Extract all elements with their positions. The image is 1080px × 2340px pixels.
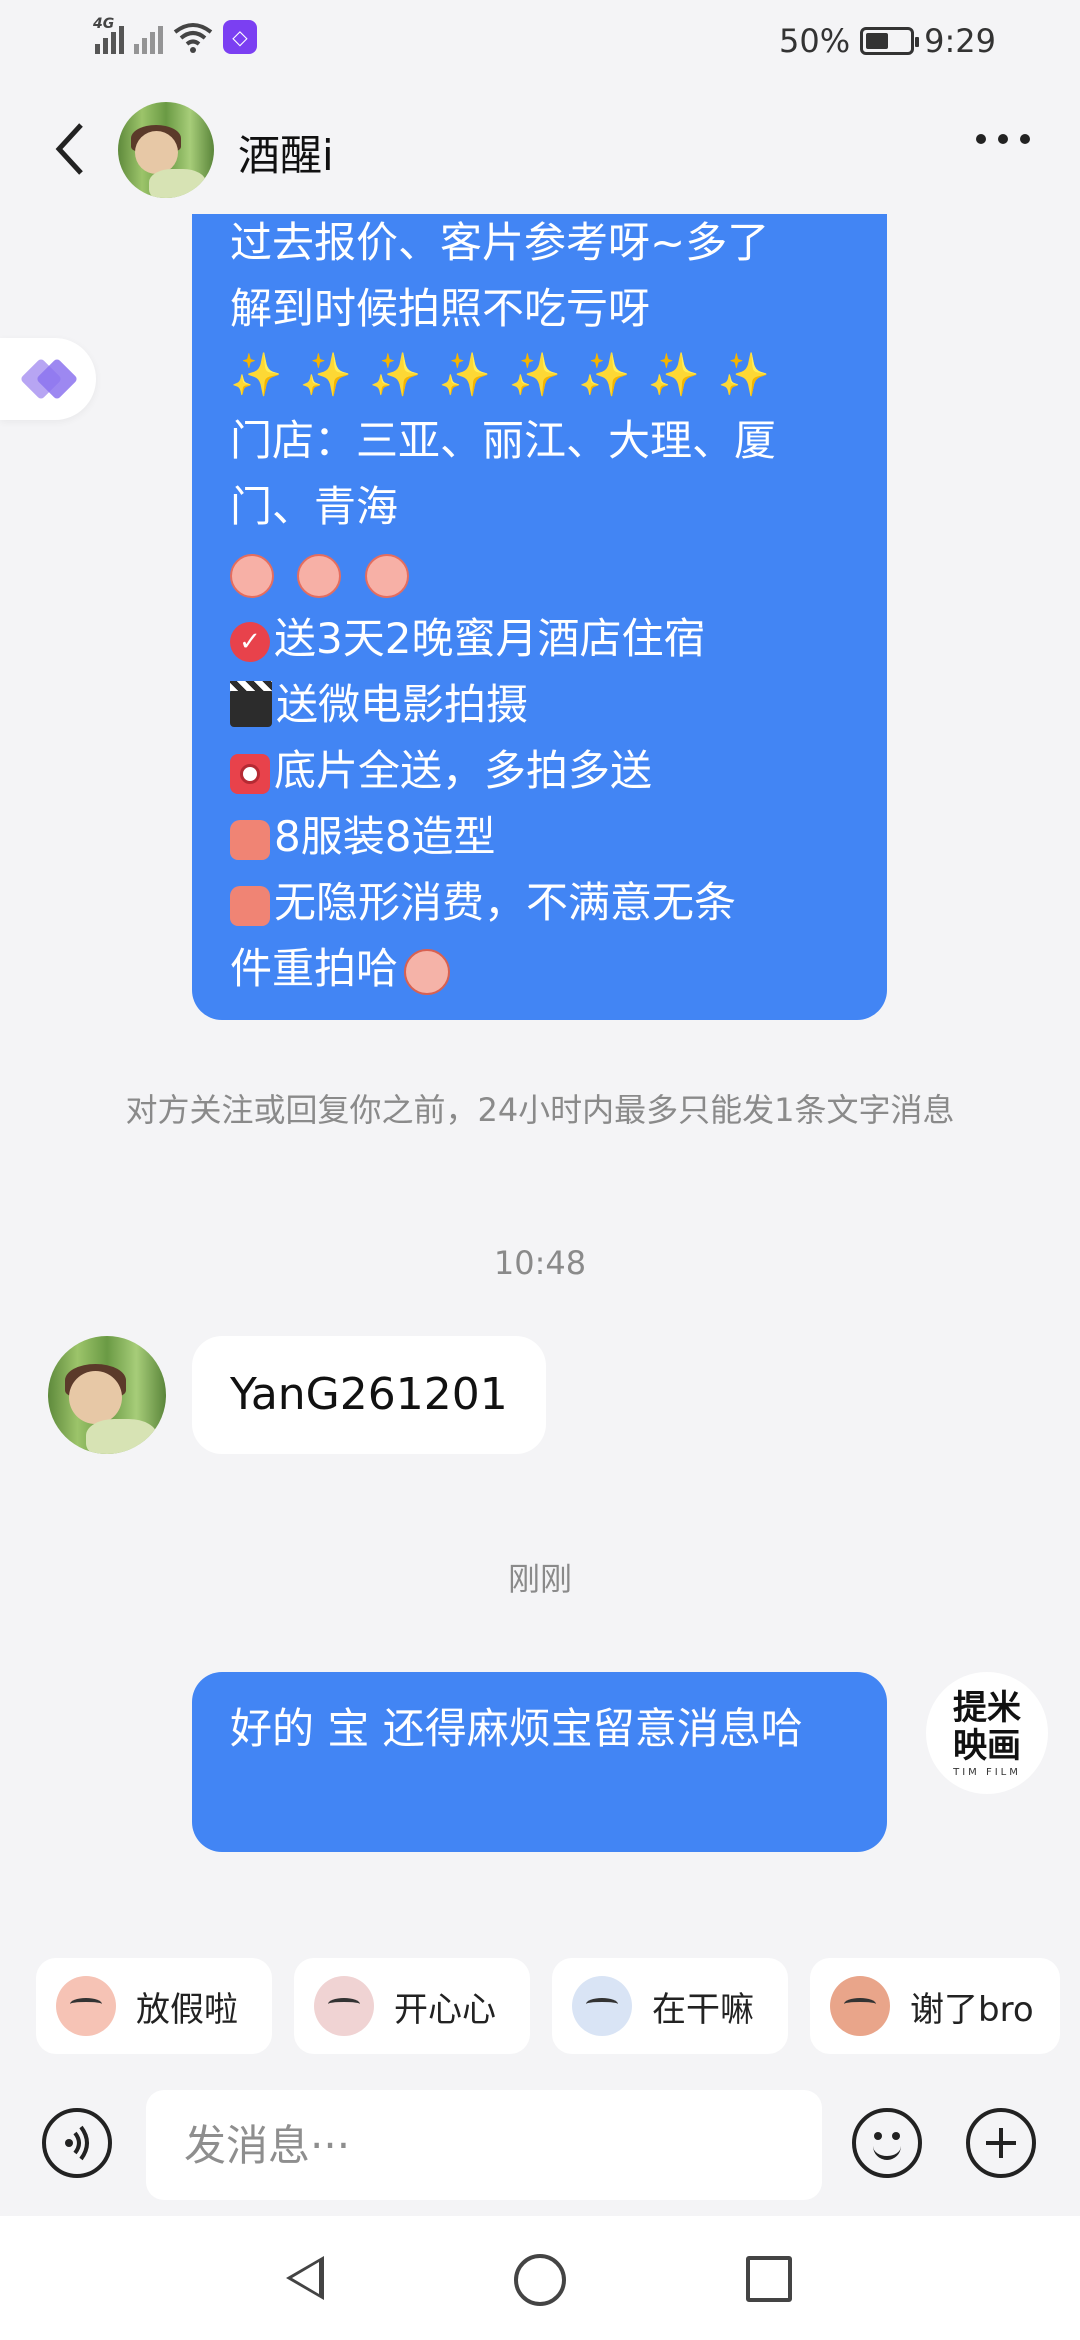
message-line-with-icon: 无隐形消费，不满意无条 xyxy=(230,870,849,936)
contact-name[interactable]: 酒醒i xyxy=(238,122,334,183)
status-right: 50% 9:29 xyxy=(779,22,996,60)
battery-icon xyxy=(860,27,920,55)
battery-percent: 50% xyxy=(779,22,851,60)
sticker-icon xyxy=(572,1976,632,2036)
more-options-button[interactable] xyxy=(976,134,1030,144)
camera-emoji-icon xyxy=(230,753,270,794)
clap-emoji-icon xyxy=(230,553,274,598)
sparkles-emoji-row: ✨ ✨ ✨ ✨ ✨ ✨ ✨ ✨ xyxy=(230,350,772,399)
nav-recents-square-icon[interactable] xyxy=(746,2256,792,2302)
message-line-with-icon: ✓ 送3天2晚蜜月酒店住宿 xyxy=(230,606,849,672)
wifi-icon xyxy=(173,23,213,53)
message-line-with-icon: 底片全送，多拍多送 xyxy=(230,738,849,804)
message-line: 解到时候拍照不吃亏呀 xyxy=(230,284,651,333)
thumbs-up-emoji-icon xyxy=(230,819,270,860)
voice-input-button[interactable] xyxy=(42,2108,112,2178)
cellular-signal-icon: 4G xyxy=(93,16,124,54)
quick-reply-chip[interactable]: 谢了bro xyxy=(810,1958,1060,2054)
network-type: 4G xyxy=(93,16,115,32)
outgoing-message-bubble[interactable]: 过去报价、客片参考呀~多了 解到时候拍照不吃亏呀 ✨ ✨ ✨ ✨ ✨ ✨ ✨ ✨… xyxy=(192,180,887,1020)
system-notice: 对方关注或回复你之前，24小时内最多只能发1条文字消息 xyxy=(125,1091,955,1129)
sticker-icon xyxy=(830,1976,890,2036)
nav-home-circle-icon[interactable] xyxy=(514,2254,566,2306)
input-bar xyxy=(0,2090,1080,2216)
laughing-face-emoji-icon xyxy=(404,948,451,995)
quick-reply-chip[interactable]: 开心心 xyxy=(294,1958,530,2054)
quick-reply-label: 开心心 xyxy=(394,1989,496,2030)
chat-header: 酒醒i xyxy=(0,84,1080,214)
clock: 9:29 xyxy=(924,22,996,60)
nav-back-triangle-icon[interactable] xyxy=(286,2256,324,2300)
cellular-signal-2-icon xyxy=(134,20,163,54)
message-line: 门、青海 xyxy=(230,482,399,531)
chevron-left-icon xyxy=(55,123,83,175)
avatar-logo-subtext: TIM FILM xyxy=(953,1766,1021,1778)
quick-reply-label: 放假啦 xyxy=(136,1989,238,2030)
more-actions-button[interactable] xyxy=(966,2108,1036,2178)
message-line: 无隐形消费，不满意无条 xyxy=(274,878,737,927)
avatar-logo-text: 映画 xyxy=(953,1725,1021,1766)
floating-assistant-button[interactable] xyxy=(0,338,96,420)
timestamp: 10:48 xyxy=(493,1244,587,1282)
clap-emoji-icon xyxy=(364,553,409,598)
back-button[interactable] xyxy=(40,114,100,184)
avatar-logo-text: 提米 xyxy=(953,1687,1021,1728)
quick-reply-chip[interactable]: 放假啦 xyxy=(36,1958,272,2054)
thumbs-up-emoji-icon xyxy=(230,885,270,926)
quick-reply-bar: 放假啦 开心心 在干嘛 谢了bro xyxy=(0,1920,1080,2090)
timestamp: 刚刚 xyxy=(507,1560,572,1598)
message-line-with-icon: 8服装8造型 xyxy=(230,804,849,870)
status-left: 4G ◇ xyxy=(93,16,257,54)
emoji-button[interactable] xyxy=(852,2108,922,2178)
system-nav-bar xyxy=(0,2216,1080,2340)
message-input[interactable] xyxy=(146,2090,822,2200)
clap-emoji-icon xyxy=(297,553,342,598)
message-line-with-icon: 件重拍哈 xyxy=(230,936,849,1002)
voice-wave-icon xyxy=(65,2125,89,2161)
message-line: 送3天2晚蜜月酒店住宿 xyxy=(274,614,706,663)
message-line: 送微电影拍摄 xyxy=(276,680,529,729)
clap-emoji-row xyxy=(230,540,849,606)
message-line: 过去报价、客片参考呀~多了 xyxy=(230,218,770,267)
smiley-icon xyxy=(874,2132,882,2140)
sticker-icon xyxy=(314,1976,374,2036)
status-bar: 4G ◇ 50% 9:29 xyxy=(0,0,1080,84)
message-line-with-icon: 送微电影拍摄 xyxy=(230,672,849,738)
contact-avatar[interactable] xyxy=(118,102,214,198)
app-notification-icon: ◇ xyxy=(223,20,257,54)
my-avatar[interactable]: 提米 映画 TIM FILM xyxy=(926,1672,1048,1794)
message-line: 件重拍哈 xyxy=(230,944,399,993)
quick-reply-label: 谢了bro xyxy=(910,1989,1034,2030)
message-line: 底片全送，多拍多送 xyxy=(274,746,653,795)
outgoing-message-bubble[interactable]: 好的 宝 还得麻烦宝留意消息哈 xyxy=(192,1672,887,1852)
more-dots-icon xyxy=(976,134,986,144)
sticker-icon xyxy=(56,1976,116,2036)
message-line: 8服装8造型 xyxy=(274,812,496,861)
message-line: 门店：三亚、丽江、大理、厦 xyxy=(230,416,777,465)
incoming-message-bubble[interactable]: YanG261201 xyxy=(192,1336,546,1454)
sender-avatar[interactable] xyxy=(48,1336,166,1454)
quick-reply-label: 在干嘛 xyxy=(652,1989,754,2030)
quick-reply-chip[interactable]: 在干嘛 xyxy=(552,1958,788,2054)
red-check-emoji-icon: ✓ xyxy=(230,621,270,662)
clapperboard-emoji-icon xyxy=(230,680,272,727)
